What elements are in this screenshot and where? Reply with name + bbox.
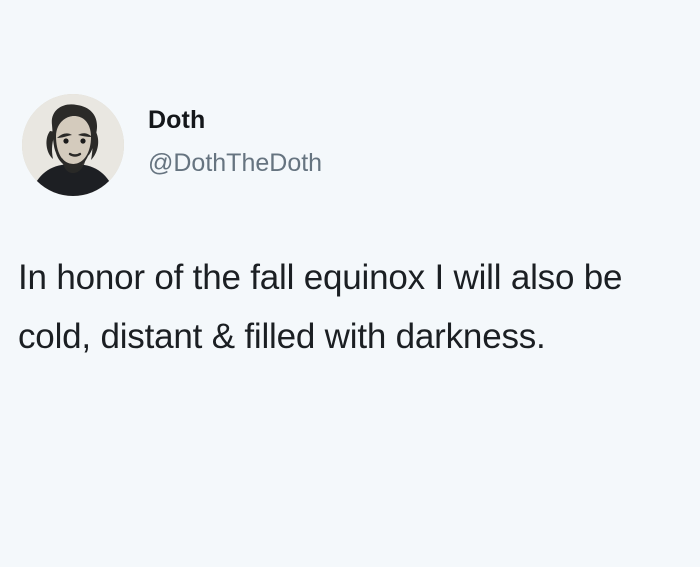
tweet-author: Doth @DothTheDoth [22, 94, 322, 196]
tweet-text: In honor of the fall equinox I will also… [18, 258, 623, 356]
profile-avatar-icon [22, 94, 124, 196]
author-display-name[interactable]: Doth [148, 104, 322, 136]
tweet-card: Doth @DothTheDoth In honor of the fall e… [0, 0, 700, 567]
author-info: Doth @DothTheDoth [148, 86, 322, 196]
author-handle[interactable]: @DothTheDoth [148, 148, 322, 178]
avatar[interactable] [22, 94, 124, 196]
